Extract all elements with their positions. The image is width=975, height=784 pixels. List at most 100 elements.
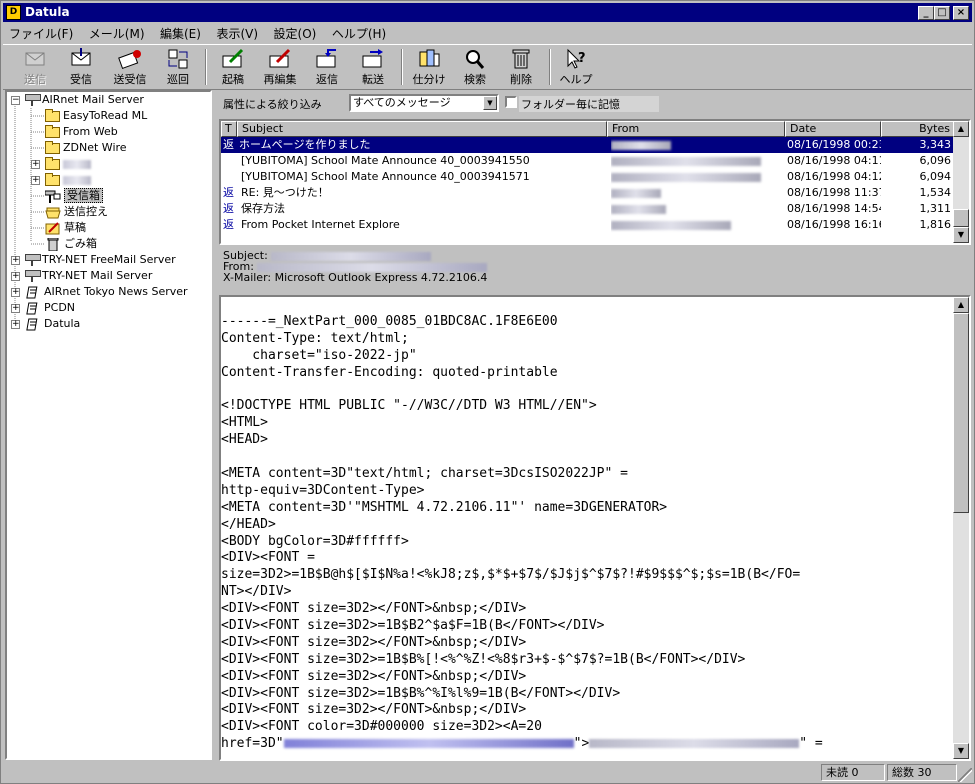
menu-file[interactable]: ファイル(F): [3, 23, 79, 42]
receive-button[interactable]: 受信: [61, 48, 101, 88]
blurred-url: [589, 739, 800, 749]
message-list[interactable]: T Subject From Date Bytes 返 ホームページを作りました…: [219, 119, 971, 245]
body-line: [221, 382, 951, 399]
send-button[interactable]: 送信: [15, 48, 55, 88]
maximize-button[interactable]: □: [934, 6, 950, 20]
patrol-button[interactable]: 巡回: [159, 48, 197, 88]
search-button[interactable]: 検索: [455, 48, 495, 88]
tree-collapse-toggle[interactable]: −: [11, 96, 20, 105]
tree-item-drafts[interactable]: 草稿: [45, 220, 86, 236]
status-bar: 未読 0 総数 30: [3, 763, 972, 782]
message-header-preview: Subject: From: X-Mailer: Microsoft Outlo…: [223, 250, 968, 290]
tree-item-datula[interactable]: Datula: [25, 316, 80, 332]
body-line: [221, 449, 951, 466]
message-row[interactable]: 返 From Pocket Internet Explore 08/16/199…: [221, 217, 955, 233]
tree-item-easytoread-ml[interactable]: EasyToRead ML: [45, 108, 147, 124]
menu-settings[interactable]: 設定(O): [268, 23, 323, 42]
toolbar: 送信 受信 送受信 巡回 起稿 再編集 返信 転送 仕分け 検索 削除 ? ヘル…: [3, 44, 972, 90]
message-body-text: ------=_NextPart_000_0085_01BDC8AC.1F8E6…: [221, 314, 951, 753]
inbox-icon: [44, 190, 61, 203]
message-row[interactable]: [YUBITOMA] School Mate Announce 40_00039…: [221, 153, 955, 169]
folder-icon: [45, 140, 60, 154]
tree-item-trynet-freemail-server[interactable]: TRY-NET FreeMail Server: [25, 252, 176, 268]
filter-select[interactable]: すべてのメッセージ ▼: [349, 94, 499, 112]
body-line: <DIV><FONT size=3D2>=1B$B2^$a$F=1B(B</FO…: [221, 618, 605, 634]
chevron-down-icon[interactable]: ▼: [483, 96, 497, 110]
help-icon: ?: [563, 48, 589, 70]
column-header-subject[interactable]: Subject: [237, 121, 607, 137]
delete-button[interactable]: 削除: [501, 48, 541, 88]
app-icon[interactable]: D: [6, 5, 21, 20]
body-line: </HEAD>: [221, 516, 276, 532]
scroll-down-button[interactable]: ▼: [953, 743, 969, 759]
close-button[interactable]: ×: [953, 6, 969, 20]
message-list-scrollbar[interactable]: ▲ ▼: [953, 121, 969, 243]
reply-button[interactable]: 返信: [307, 48, 347, 88]
tree-item-folder[interactable]: [45, 156, 91, 172]
tree-expand-toggle[interactable]: +: [11, 288, 20, 297]
scroll-up-button[interactable]: ▲: [953, 297, 969, 313]
body-line: <HTML>: [221, 415, 268, 431]
title-bar[interactable]: D Datula _ □ ×: [3, 3, 972, 22]
tree-item-inbox[interactable]: 受信箱: [44, 188, 103, 204]
tree-expand-toggle[interactable]: +: [11, 272, 20, 281]
tree-item-trynet-mail-server[interactable]: TRY-NET Mail Server: [25, 268, 152, 284]
menu-mail[interactable]: メール(M): [83, 23, 151, 42]
tree-item-zdnet-wire[interactable]: ZDNet Wire: [45, 140, 127, 156]
message-row[interactable]: 返 ホームページを作りました 08/16/1998 00:23 3,343: [221, 137, 955, 153]
tree-item-folder[interactable]: [45, 172, 91, 188]
body-line: NT></DIV>: [221, 584, 292, 600]
tree-item-sent[interactable]: 送信控え: [45, 204, 108, 220]
compose-button[interactable]: 起稿: [213, 48, 253, 88]
body-line: <DIV><FONT size=3D2></FONT>&nbsp;</DIV>: [221, 668, 527, 684]
remember-per-folder-checkbox[interactable]: [505, 96, 517, 108]
column-header-bytes[interactable]: Bytes: [881, 121, 955, 137]
scroll-thumb[interactable]: [953, 313, 969, 513]
tree-item-from-web[interactable]: From Web: [45, 124, 118, 140]
tree-expand-toggle[interactable]: +: [11, 304, 20, 313]
search-icon: [462, 48, 488, 70]
message-row[interactable]: 返 保存方法 08/16/1998 14:54 1,311: [221, 201, 955, 217]
send-receive-button[interactable]: 送受信: [107, 48, 153, 88]
column-header-from[interactable]: From: [607, 121, 785, 137]
message-body-scrollbar[interactable]: ▲ ▼: [953, 297, 969, 759]
message-row[interactable]: [YUBITOMA] School Mate Announce 40_00039…: [221, 169, 955, 185]
reedit-button[interactable]: 再編集: [259, 48, 301, 88]
tree-item-pcdn[interactable]: PCDN: [25, 300, 75, 316]
svg-text:?: ?: [578, 51, 586, 66]
minimize-button[interactable]: _: [918, 6, 934, 20]
scroll-up-button[interactable]: ▲: [953, 121, 969, 137]
body-line: ------=_NextPart_000_0085_01BDC8AC.1F8E6…: [221, 314, 558, 329]
message-row[interactable]: 返 RE: 見～つけた！ 08/16/1998 11:37 1,534: [221, 185, 955, 201]
tree-expand-toggle[interactable]: +: [11, 320, 20, 329]
column-header-type[interactable]: T: [221, 121, 237, 137]
checkbox-label: フォルダー毎に記憶: [519, 96, 659, 112]
menu-help[interactable]: ヘルプ(H): [326, 23, 392, 42]
folder-icon: [45, 172, 60, 186]
forward-button[interactable]: 転送: [353, 48, 393, 88]
app-window: D Datula _ □ × ファイル(F) メール(M) 編集(E) 表示(V…: [0, 0, 975, 784]
body-line: <DIV><FONT size=3D2>=1B$B%^%I%l%9=1B(B</…: [221, 685, 621, 701]
column-header-date[interactable]: Date: [785, 121, 881, 137]
folder-tree[interactable]: − AIRnet Mail Server EasyToRead ML From …: [5, 90, 212, 760]
blurred-label: [63, 159, 91, 169]
menu-view[interactable]: 表示(V): [210, 23, 264, 42]
scroll-down-button[interactable]: ▼: [953, 227, 969, 243]
filter-label: 属性による絞り込み: [223, 98, 322, 111]
tree-expand-toggle[interactable]: +: [31, 160, 40, 169]
sort-button[interactable]: 仕分け: [407, 48, 451, 88]
message-body-pane[interactable]: ------=_NextPart_000_0085_01BDC8AC.1F8E6…: [219, 295, 971, 761]
tree-expand-toggle[interactable]: +: [11, 256, 20, 265]
body-line-prefix: href=3D": [221, 736, 284, 752]
resize-grip[interactable]: [958, 768, 972, 782]
tree-item-airnet-mail-server[interactable]: AIRnet Mail Server: [25, 92, 144, 108]
tree-item-airnet-news-server[interactable]: AIRnet Tokyo News Server: [25, 284, 188, 300]
body-line: size=3D2>=1B$B@h$[$I$N%a!<%kJ8;z$,$*$+$7…: [221, 567, 801, 583]
tree-expand-toggle[interactable]: +: [31, 176, 40, 185]
scroll-thumb[interactable]: [953, 209, 969, 227]
menu-edit[interactable]: 編集(E): [154, 23, 207, 42]
news-server-icon: [25, 302, 41, 315]
help-button[interactable]: ? ヘルプ: [555, 48, 597, 88]
folder-icon: [45, 108, 60, 122]
tree-item-trash[interactable]: ごみ箱: [45, 236, 97, 252]
